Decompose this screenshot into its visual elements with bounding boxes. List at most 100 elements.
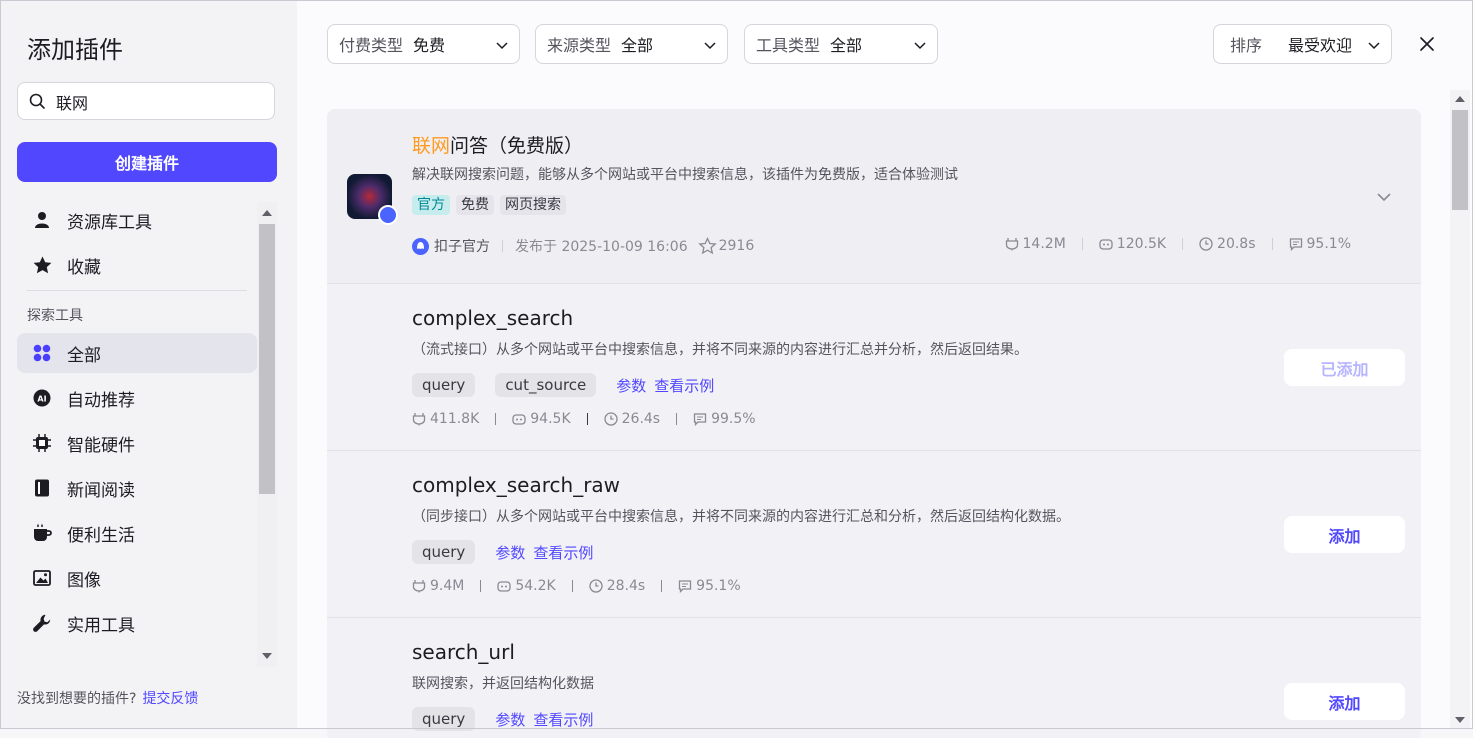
sidebar-item-smart-hardware[interactable]: 智能硬件 [17, 423, 257, 463]
sidebar-item-auto-recommend[interactable]: AI 自动推荐 [17, 378, 257, 418]
params-link[interactable]: 参数 [616, 375, 646, 396]
close-icon[interactable] [1417, 34, 1437, 58]
main-scrollbar[interactable] [1450, 90, 1470, 729]
tool-stats: 9.4M 54.2K 28.4s 95.1% [412, 578, 741, 594]
author-avatar-icon [412, 237, 429, 255]
tool-description: （流式接口）从多个网站或平台中搜索信息，并将不同来源的内容进行汇总并分析，然后返… [412, 342, 1028, 358]
scroll-thumb[interactable] [1452, 110, 1468, 210]
tool-name: complex_search [412, 306, 574, 330]
tool-name: complex_search_raw [412, 473, 621, 497]
tool-type-filter[interactable]: 工具类型 全部 [744, 24, 938, 64]
book-icon [32, 478, 52, 498]
filter-label: 来源类型 [547, 36, 612, 55]
sidebar-item-label: 新闻阅读 [67, 480, 135, 501]
feedback-text: 没找到想要的插件? [17, 691, 137, 707]
latency-stat: 28.4s [589, 578, 645, 594]
pay-type-filter[interactable]: 付费类型 免费 [327, 24, 520, 64]
sidebar-scrollbar[interactable] [257, 202, 277, 667]
add-button[interactable]: 添加 [1284, 683, 1405, 720]
sidebar-item-daily-life[interactable]: 便利生活 [17, 513, 257, 553]
tag-free: 免费 [456, 195, 494, 215]
tool-params: query cut_source 参数 查看示例 [412, 373, 714, 397]
success-stat: 95.1% [1289, 236, 1351, 252]
filter-value: 全部 [830, 36, 863, 55]
success-stat: 95.1% [678, 578, 741, 594]
param-tag: query [412, 707, 476, 731]
sidebar-item-label: 图像 [67, 570, 101, 591]
chip-icon [32, 433, 52, 453]
filter-label: 工具类型 [756, 36, 821, 55]
sidebar-item-favorites[interactable]: 收藏 [17, 245, 257, 285]
clock-icon [1199, 237, 1213, 251]
example-link[interactable]: 查看示例 [533, 709, 593, 730]
plug-icon [1005, 238, 1018, 251]
added-button[interactable]: 已添加 [1284, 349, 1405, 386]
sidebar: 添加插件 创建插件 资源库工具 收藏 探索工具 全部 [0, 0, 297, 729]
scroll-thumb[interactable] [259, 224, 275, 494]
filter-value: 免费 [413, 36, 446, 55]
param-tag: query [412, 540, 476, 564]
sidebar-item-library-tools[interactable]: 资源库工具 [17, 200, 257, 240]
tool-params: query 参数 查看示例 [412, 540, 593, 564]
scroll-up-arrow[interactable] [262, 210, 272, 216]
sort-filter[interactable]: 排序 最受欢迎 [1213, 24, 1392, 64]
param-tag: cut_source [495, 373, 597, 397]
message-icon [693, 413, 707, 426]
tag-web-search: 网页搜索 [500, 195, 566, 215]
sidebar-item-label: 实用工具 [67, 615, 135, 636]
bot-icon [497, 581, 511, 592]
publish-date: 发布于 2025-10-09 16:06 [515, 239, 688, 255]
sidebar-nav: 资源库工具 收藏 探索工具 全部 AI 自动推荐 智能硬件 新闻阅读 便利生活 … [17, 200, 257, 648]
tool-description: 联网搜索，并返回结构化数据 [412, 676, 594, 692]
sidebar-item-utilities[interactable]: 实用工具 [17, 603, 257, 643]
create-plugin-button[interactable]: 创建插件 [17, 142, 277, 182]
feedback-link[interactable]: 提交反馈 [142, 691, 198, 707]
params-link[interactable]: 参数 [495, 542, 525, 563]
main-panel: 付费类型 免费 来源类型 全部 工具类型 全部 排序 最受欢迎 联网问答（免费版… [297, 0, 1473, 738]
sidebar-item-image[interactable]: 图像 [17, 558, 257, 598]
plugin-logo [347, 174, 398, 225]
param-tag: query [412, 373, 476, 397]
params-link[interactable]: 参数 [495, 709, 525, 730]
author-name: 扣子官方 [434, 239, 490, 255]
tag-official: 官方 [412, 195, 450, 215]
scroll-down-arrow[interactable] [1455, 717, 1465, 723]
latency-stat: 26.4s [603, 411, 660, 427]
chevron-down-icon [1367, 37, 1381, 56]
plugin-card[interactable]: 联网问答（免费版） 解决联网搜索问题，能够从多个网站或平台中搜索信息，该插件为免… [327, 109, 1421, 284]
bots-stat: 120.5K [1099, 236, 1166, 252]
plug-icon [412, 413, 426, 426]
collapse-chevron-icon[interactable] [1375, 188, 1393, 210]
clock-icon [603, 412, 618, 426]
search-input[interactable] [54, 89, 268, 115]
example-link[interactable]: 查看示例 [533, 542, 593, 563]
sidebar-item-all[interactable]: 全部 [17, 333, 257, 373]
plugin-description: 解决联网搜索问题，能够从多个网站或平台中搜索信息，该插件为免费版，适合体验测试 [412, 167, 958, 183]
sidebar-item-news[interactable]: 新闻阅读 [17, 468, 257, 508]
search-icon [29, 93, 46, 114]
message-icon [1289, 238, 1302, 251]
tool-params: query 参数 查看示例 [412, 707, 593, 731]
svg-text:AI: AI [37, 395, 46, 404]
example-link[interactable]: 查看示例 [654, 375, 714, 396]
sidebar-item-label: 智能硬件 [67, 435, 135, 456]
dialog-title: 添加插件 [27, 36, 123, 64]
tool-name: search_url [412, 640, 515, 664]
source-type-filter[interactable]: 来源类型 全部 [535, 24, 728, 64]
title-rest: 问答（免费版） [450, 135, 584, 157]
favorite-count[interactable]: 2916 [697, 237, 754, 255]
add-button[interactable]: 添加 [1284, 516, 1405, 553]
message-icon [679, 580, 692, 593]
plugin-meta: 扣子官方 发布于 2025-10-09 16:06 2916 [412, 236, 754, 256]
tool-description: （同步接口）从多个网站或平台中搜索信息，并将不同来源的内容进行汇总和分析，然后返… [412, 509, 1070, 525]
scroll-up-arrow[interactable] [1455, 96, 1465, 102]
star-outline-icon [697, 237, 717, 255]
sidebar-item-label: 收藏 [67, 257, 101, 278]
filter-label: 付费类型 [339, 36, 404, 55]
filter-value: 全部 [621, 36, 654, 55]
chevron-down-icon [495, 37, 509, 56]
sidebar-item-label: 便利生活 [67, 525, 135, 546]
bot-icon [1099, 239, 1113, 250]
search-box[interactable] [17, 82, 275, 120]
scroll-down-arrow[interactable] [262, 653, 272, 659]
